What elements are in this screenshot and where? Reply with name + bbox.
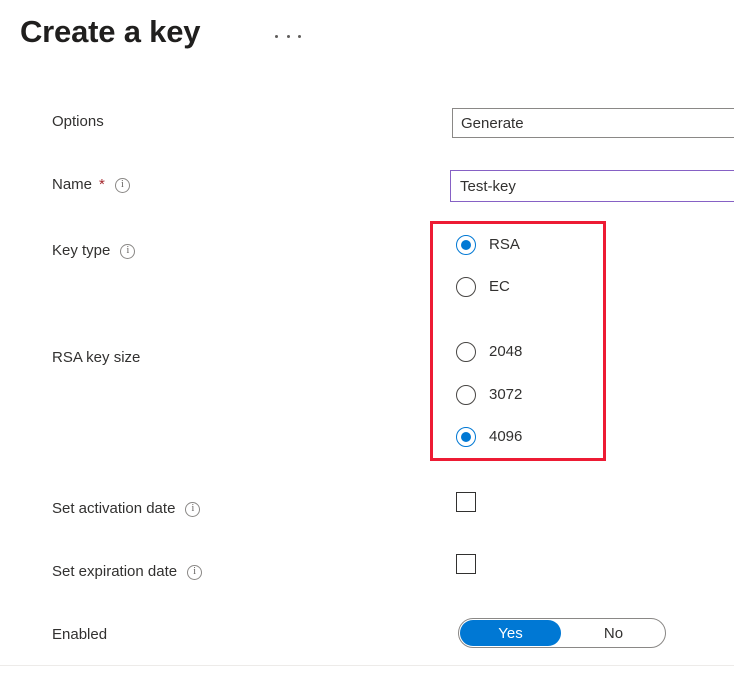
label-enabled: Enabled <box>52 625 107 645</box>
radio-label: 4096 <box>489 427 522 447</box>
label-options: Options <box>52 112 104 132</box>
label-text: RSA key size <box>52 348 140 368</box>
label-text: Options <box>52 112 104 132</box>
label-text: Enabled <box>52 625 107 645</box>
required-asterisk: * <box>99 175 105 195</box>
label-text: Set activation date <box>52 499 175 519</box>
radio-label: 2048 <box>489 342 522 362</box>
radio-rsa-size-2048[interactable]: 2048 <box>456 342 522 362</box>
info-icon[interactable]: i <box>187 565 202 580</box>
radio-indicator <box>456 342 476 362</box>
name-input[interactable]: Test-key <box>450 170 734 202</box>
options-dropdown-value: Generate <box>461 115 524 132</box>
radio-indicator <box>456 385 476 405</box>
label-rsa-key-size: RSA key size <box>52 348 140 368</box>
create-key-form: Options Generate Name * i Test-key Key t… <box>0 0 734 673</box>
toggle-option-yes[interactable]: Yes <box>460 620 561 646</box>
info-icon[interactable]: i <box>185 502 200 517</box>
label-set-activation-date: Set activation date i <box>52 499 200 519</box>
bottom-divider <box>0 665 734 666</box>
label-name: Name * i <box>52 175 130 195</box>
enabled-toggle[interactable]: Yes No <box>458 618 666 648</box>
annotation-highlight-box <box>430 221 606 461</box>
radio-label: 3072 <box>489 385 522 405</box>
label-text: Name <box>52 175 92 195</box>
info-icon[interactable]: i <box>120 244 135 259</box>
label-text: Key type <box>52 241 110 261</box>
radio-indicator <box>456 277 476 297</box>
radio-rsa-size-4096[interactable]: 4096 <box>456 427 522 447</box>
options-dropdown[interactable]: Generate <box>452 108 734 138</box>
radio-label: EC <box>489 277 510 297</box>
radio-key-type-ec[interactable]: EC <box>456 277 510 297</box>
radio-indicator <box>456 235 476 255</box>
toggle-option-no[interactable]: No <box>563 620 664 646</box>
radio-key-type-rsa[interactable]: RSA <box>456 235 520 255</box>
radio-rsa-size-3072[interactable]: 3072 <box>456 385 522 405</box>
name-input-value: Test-key <box>460 178 516 195</box>
label-text: Set expiration date <box>52 562 177 582</box>
checkbox-set-activation-date[interactable] <box>456 492 476 512</box>
info-icon[interactable]: i <box>115 178 130 193</box>
label-set-expiration-date: Set expiration date i <box>52 562 202 582</box>
radio-indicator <box>456 427 476 447</box>
radio-label: RSA <box>489 235 520 255</box>
checkbox-set-expiration-date[interactable] <box>456 554 476 574</box>
label-key-type: Key type i <box>52 241 135 261</box>
